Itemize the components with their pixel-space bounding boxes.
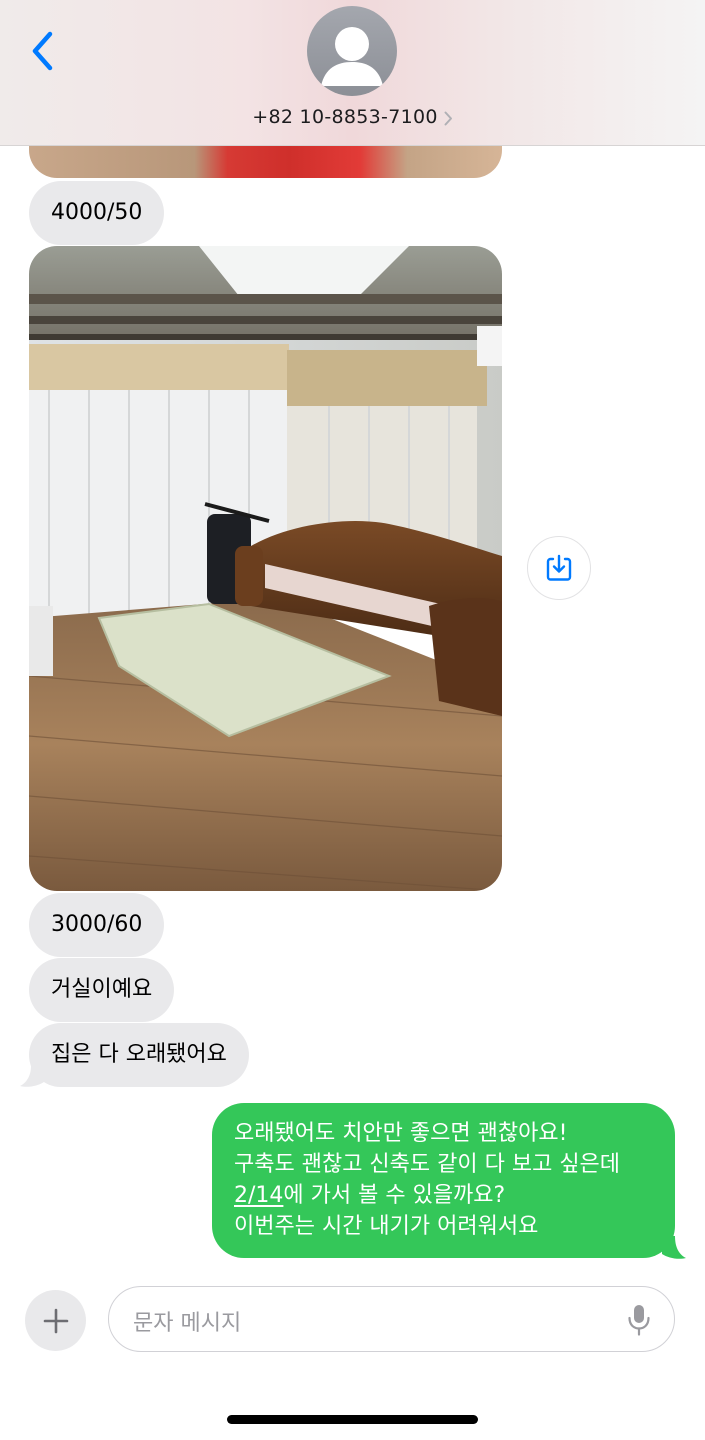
photo-message-living-room[interactable]: [29, 246, 502, 891]
home-indicator[interactable]: [227, 1415, 478, 1424]
message-text: 거실이예요: [51, 977, 153, 1002]
message-input-placeholder: 문자 메시지: [133, 1311, 242, 1336]
conversation-header: +82 10-8853-7100: [0, 0, 705, 146]
sent-bubble-tail: [662, 1236, 686, 1259]
microphone-icon[interactable]: [626, 1303, 652, 1337]
message-text: 3000/60: [51, 912, 143, 937]
received-bubble-tail: [20, 1066, 44, 1087]
messages-screen: +82 10-8853-7100 4000/50 3000/60 거실이예요 집…: [0, 0, 705, 1440]
contact-details-link[interactable]: +82 10-8853-7100: [0, 102, 705, 132]
message-input[interactable]: 문자 메시지: [108, 1286, 675, 1352]
chevron-right-icon: [444, 111, 452, 125]
reply-line-2: 구축도 괜찮고 신축도 같이 다 보고 싶은데: [234, 1152, 621, 1177]
reply-line-4: 이번주는 시간 내기가 어려워서요: [234, 1214, 539, 1239]
sent-message: 오래됐어도 치안만 좋으면 괜찮아요! 구축도 괜찮고 신축도 같이 다 보고 …: [212, 1103, 675, 1258]
apps-plus-button[interactable]: [25, 1290, 86, 1351]
received-message: 집은 다 오래됐어요: [29, 1023, 249, 1087]
person-silhouette-icon: [321, 27, 383, 86]
plus-icon: [43, 1308, 68, 1333]
chevron-left-icon: [32, 31, 53, 71]
message-text: 4000/50: [51, 200, 143, 225]
back-button[interactable]: [28, 30, 58, 72]
received-message: 3000/60: [29, 893, 165, 957]
received-message: 거실이예요: [29, 958, 175, 1022]
contact-name: +82 10-8853-7100: [252, 106, 438, 128]
date-link[interactable]: 2/14: [234, 1183, 283, 1208]
living-room-photo: [29, 246, 502, 891]
reply-line-1: 오래됐어도 치안만 좋으면 괜찮아요!: [234, 1121, 568, 1146]
contact-avatar[interactable]: [307, 6, 397, 96]
save-photo-button[interactable]: [527, 536, 591, 600]
download-icon: [546, 554, 572, 581]
reply-line-3: 2/14에 가서 볼 수 있을까요?: [234, 1180, 655, 1211]
received-message: 4000/50: [29, 181, 165, 245]
message-text: 집은 다 오래됐어요: [51, 1042, 227, 1067]
reply-line-3-text: 에 가서 볼 수 있을까요?: [283, 1183, 506, 1208]
